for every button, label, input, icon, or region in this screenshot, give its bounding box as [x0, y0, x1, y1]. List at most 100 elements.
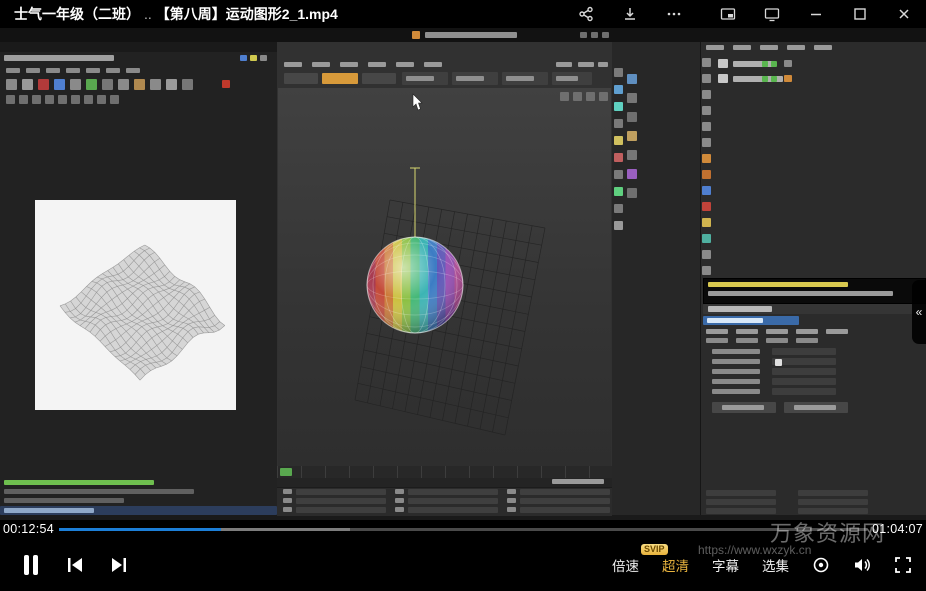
next-button[interactable] [110, 556, 128, 574]
recorded-titlebar-icon [580, 32, 587, 38]
attribute-tab [736, 329, 758, 334]
close-button[interactable] [882, 0, 926, 28]
progress-played [59, 528, 221, 531]
video-player-window: 士气一年级（二班） .. 【第八周】运动图形2_1.mp4 [0, 0, 926, 591]
close-icon [896, 6, 912, 22]
coordinate-field [520, 489, 610, 495]
progress-bar[interactable] [59, 528, 867, 531]
subtitles-button[interactable]: 字幕 [712, 555, 739, 575]
viewport-menu-text [340, 62, 358, 67]
side-palette-icon [702, 218, 711, 227]
progress-row: 00:12:54 01:04:07 [0, 520, 926, 538]
toolbar-icon [22, 79, 33, 90]
view-control-icon [573, 92, 582, 101]
maximize-button[interactable] [838, 0, 882, 28]
property-label [712, 359, 760, 364]
side-panel-handle[interactable]: « [912, 280, 926, 344]
palette-icon [627, 131, 637, 141]
pip-button[interactable] [706, 0, 750, 28]
quality-button[interactable]: SVIP 超清 [662, 555, 689, 575]
console-log-text [4, 480, 154, 485]
palette-icon [627, 74, 637, 84]
view-control-icon [560, 92, 569, 101]
panel-menu-text [814, 45, 832, 50]
dropdown-text [406, 76, 434, 81]
viewport-menu-text [312, 62, 330, 67]
fullscreen-icon [894, 556, 912, 574]
menu-item-text [86, 68, 100, 73]
playback-speed-button[interactable]: 倍速 [612, 555, 639, 575]
settings-controls: 倍速 SVIP 超清 字幕 选集 [612, 538, 912, 591]
panel-menu-text [733, 45, 751, 50]
coordinate-field [296, 507, 386, 513]
coordinate-field [798, 508, 868, 514]
view-control-icon [599, 92, 608, 101]
viewport-button [362, 73, 396, 84]
side-palette-icon [702, 170, 711, 179]
palette-icon [614, 119, 623, 128]
side-palette-icon [702, 266, 711, 275]
palette-icon [614, 102, 623, 111]
viewport-menu-text [424, 62, 442, 67]
toolbar-icon [45, 95, 54, 104]
toolbar-icon [134, 79, 145, 90]
attributes-title [708, 306, 772, 312]
cast-button[interactable] [750, 0, 794, 28]
viewport-status-text [552, 479, 604, 484]
attribute-tab [766, 329, 788, 334]
download-button[interactable] [608, 0, 652, 28]
maximize-icon [852, 6, 868, 22]
viewport-menu-text [368, 62, 386, 67]
share-button[interactable] [564, 0, 608, 28]
target-button[interactable] [812, 556, 830, 574]
coordinate-field [706, 508, 776, 514]
coordinate-label [395, 507, 404, 512]
palette-icon [627, 150, 637, 160]
toolbar-icon [86, 79, 97, 90]
coordinate-field [798, 490, 868, 496]
toolbar-icon [118, 79, 129, 90]
viewport-menu-text [598, 62, 608, 67]
selected-row-text [707, 318, 763, 323]
menu-item-text [46, 68, 60, 73]
coordinate-label [507, 489, 516, 494]
video-filename: 【第八周】运动图形2_1.mp4 [156, 4, 338, 24]
coordinate-field [296, 498, 386, 504]
more-button[interactable] [652, 0, 696, 28]
toolbar-icon [84, 95, 93, 104]
toolbar-icon [70, 79, 81, 90]
coordinate-field [520, 498, 610, 504]
toolbar-icon [97, 95, 106, 104]
recorded-app-title [425, 32, 517, 38]
menu-item-text [26, 68, 40, 73]
coordinate-field [408, 507, 498, 513]
panel-menu-text [706, 45, 724, 50]
minimize-button[interactable] [794, 0, 838, 28]
palette-icon [614, 221, 623, 230]
tooltip-text [708, 282, 848, 287]
menu-item-text [66, 68, 80, 73]
side-palette-icon [702, 106, 711, 115]
menu-item-text [6, 68, 20, 73]
fullscreen-button[interactable] [894, 556, 912, 574]
property-label [712, 349, 760, 354]
panel-menu-text [760, 45, 778, 50]
coordinate-label [283, 489, 292, 494]
skip-next-icon [110, 556, 128, 574]
menu-item-text [126, 68, 140, 73]
pause-button[interactable] [22, 554, 40, 576]
previous-button[interactable] [66, 556, 84, 574]
picture-viewer-titlebar-icon [250, 55, 257, 61]
visibility-dot [771, 61, 777, 67]
volume-button[interactable] [853, 556, 871, 574]
palette-icon [614, 68, 623, 77]
c4d-tool-palette-area [612, 42, 700, 515]
episodes-button[interactable]: 选集 [762, 555, 789, 575]
side-palette-icon [702, 186, 711, 195]
titlebar-actions [564, 0, 926, 28]
cast-icon [764, 6, 780, 22]
palette-icon [627, 93, 637, 103]
toolbar-icon [32, 95, 41, 104]
coordinate-label [283, 498, 292, 503]
video-frame: « [0, 28, 926, 520]
